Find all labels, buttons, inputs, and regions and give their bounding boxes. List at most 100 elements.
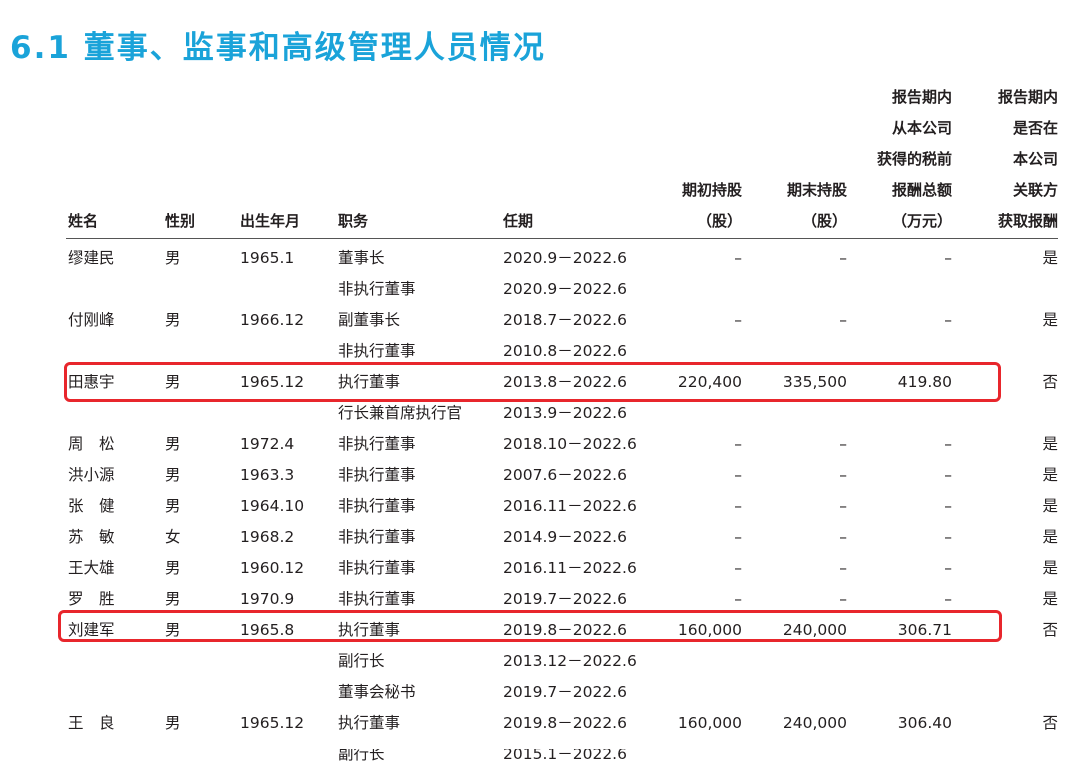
header-divider [66, 238, 1058, 239]
cell-term: 2019.7－2022.6 [503, 683, 627, 701]
cell-start-shares: – [734, 528, 742, 546]
cell-name: 王大雄 [68, 559, 115, 577]
cell-term: 2016.11－2022.6 [503, 497, 637, 515]
cell-position: 董事会秘书 [338, 683, 416, 701]
cell-pay: – [944, 497, 952, 515]
header-pay-3: 获得的税前 [876, 150, 952, 168]
cell-name: 洪小源 [68, 466, 115, 484]
cell-gender: 男 [165, 435, 181, 453]
section-title: 6.1 董事、监事和高级管理人员情况 [10, 30, 546, 66]
cell-end-shares: – [839, 435, 847, 453]
cell-position: 非执行董事 [338, 435, 416, 453]
header-pay-1: 报告期内 [891, 88, 952, 106]
cell-start-shares: – [734, 435, 742, 453]
cell-term: 2007.6－2022.6 [503, 466, 627, 484]
cell-birth: 1965.12 [240, 714, 305, 732]
cell-end-shares: 240,000 [782, 714, 847, 732]
cell-end-shares: – [839, 559, 847, 577]
cell-term: 2013.9－2022.6 [503, 404, 627, 422]
cell-related: 是 [1042, 528, 1058, 546]
cell-pay: – [944, 311, 952, 329]
header-start-shares-1: 期初持股 [681, 181, 742, 199]
cell-term: 2018.10－2022.6 [503, 435, 637, 453]
header-related-1: 报告期内 [997, 88, 1058, 106]
cell-gender: 男 [165, 559, 181, 577]
highlight-box-row-tian [64, 362, 1001, 402]
cell-position: 董事长 [338, 249, 385, 267]
header-gender: 性别 [165, 212, 196, 230]
header-related-4: 关联方 [1012, 181, 1058, 199]
cell-end-shares: – [839, 528, 847, 546]
cell-start-shares: – [734, 466, 742, 484]
cell-start-shares: – [734, 249, 742, 267]
cell-start-shares: 160,000 [677, 714, 742, 732]
cell-start-shares: – [734, 311, 742, 329]
header-position: 职务 [338, 212, 369, 230]
cell-position: 副行长 [338, 652, 385, 670]
header-related-3: 本公司 [1012, 150, 1058, 168]
cell-position: 行长兼首席执行官 [338, 404, 463, 422]
cell-term: 2016.11－2022.6 [503, 559, 637, 577]
header-related-2: 是否在 [1012, 119, 1058, 137]
cell-gender: 男 [165, 311, 181, 329]
header-name: 姓名 [68, 212, 99, 230]
cell-term: 2013.12－2022.6 [503, 652, 637, 670]
header-pay-5: （万元） [891, 212, 952, 230]
header-term: 任期 [503, 212, 534, 230]
cell-term: 2020.9－2022.6 [503, 280, 627, 298]
cell-pay: – [944, 249, 952, 267]
cell-related: 是 [1042, 435, 1058, 453]
cell-position: 非执行董事 [338, 280, 416, 298]
cell-gender: 女 [165, 528, 181, 546]
header-pay-4: 报酬总额 [891, 181, 952, 199]
cell-birth: 1968.2 [240, 528, 295, 546]
cell-end-shares: – [839, 311, 847, 329]
header-birth: 出生年月 [240, 212, 301, 230]
cell-gender: 男 [165, 249, 181, 267]
cell-gender: 男 [165, 466, 181, 484]
cell-related: 是 [1042, 249, 1058, 267]
cell-name: 付刚峰 [68, 311, 115, 329]
cell-related: 是 [1042, 311, 1058, 329]
cell-birth: 1965.1 [240, 249, 295, 267]
cell-related: 否 [1042, 714, 1058, 732]
cell-related: 是 [1042, 466, 1058, 484]
cell-end-shares: – [839, 497, 847, 515]
page-cutoff [0, 738, 1080, 749]
header-end-shares-1: 期末持股 [786, 181, 847, 199]
cell-position: 执行董事 [338, 714, 401, 732]
cell-position: 非执行董事 [338, 528, 416, 546]
cell-name: 苏 敏 [68, 528, 115, 546]
cell-pay: – [944, 528, 952, 546]
cell-end-shares: – [839, 466, 847, 484]
cell-end-shares: – [839, 249, 847, 267]
cell-term: 2014.9－2022.6 [503, 528, 627, 546]
cell-pay: – [944, 559, 952, 577]
cell-name: 周 松 [68, 435, 115, 453]
cell-term: 2018.7－2022.6 [503, 311, 627, 329]
cell-start-shares: – [734, 497, 742, 515]
cell-position: 副董事长 [338, 311, 401, 329]
cell-pay: 306.40 [897, 714, 952, 732]
cell-term: 2020.9－2022.6 [503, 249, 627, 267]
cell-birth: 1963.3 [240, 466, 295, 484]
cell-start-shares: – [734, 559, 742, 577]
cell-birth: 1972.4 [240, 435, 295, 453]
cell-name: 张 健 [68, 497, 115, 515]
cell-gender: 男 [165, 714, 181, 732]
cell-birth: 1964.10 [240, 497, 305, 515]
cell-position: 非执行董事 [338, 497, 416, 515]
cell-pay: – [944, 466, 952, 484]
cell-name: 缪建民 [68, 249, 115, 267]
highlight-box-row-liu [58, 610, 1002, 642]
cell-gender: 男 [165, 497, 181, 515]
header-end-shares-2: （股） [801, 212, 847, 230]
cell-birth: 1966.12 [240, 311, 305, 329]
cell-term: 2019.8－2022.6 [503, 714, 627, 732]
cell-position: 非执行董事 [338, 466, 416, 484]
cell-pay: – [944, 435, 952, 453]
cell-related: 是 [1042, 497, 1058, 515]
cell-position: 非执行董事 [338, 559, 416, 577]
cell-birth: 1960.12 [240, 559, 305, 577]
header-start-shares-2: （股） [696, 212, 742, 230]
